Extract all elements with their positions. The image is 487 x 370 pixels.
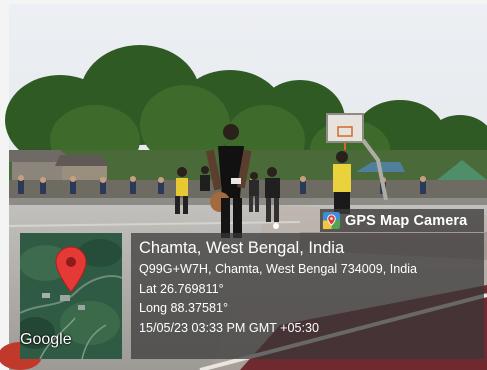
location-info-panel: Chamta, West Bengal, India Q99G+W7H, Cha… <box>131 233 484 359</box>
gps-map-camera-label: GPS Map Camera <box>345 212 468 229</box>
gps-map-camera-badge: GPS Map Camera <box>320 209 484 232</box>
latitude-text: Lat 26.769811° <box>139 281 224 296</box>
address-text: Q99G+W7H, Chamta, West Bengal 734009, In… <box>139 262 418 276</box>
longitude-text: Long 88.37581° <box>139 301 229 315</box>
location-title: Chamta, West Bengal, India <box>139 239 345 257</box>
google-logo: Google <box>20 331 72 348</box>
timestamp-text: 15/05/23 03:33 PM GMT +05:30 <box>139 320 320 335</box>
map-pin-camera-icon <box>322 211 341 230</box>
photo-frame: GPS Map Camera Google Chamta, West Benga… <box>0 0 487 370</box>
